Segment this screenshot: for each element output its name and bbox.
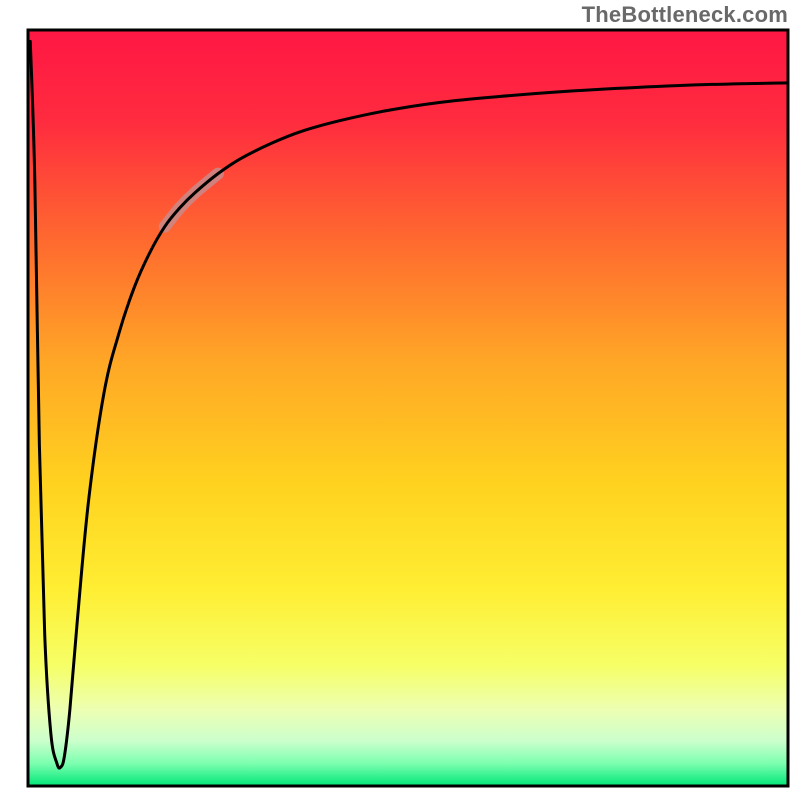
plot-background <box>28 30 788 786</box>
plot-area <box>28 30 788 786</box>
watermark-text: TheBottleneck.com <box>582 2 788 28</box>
chart-container: TheBottleneck.com <box>0 0 800 800</box>
chart-svg <box>0 0 800 800</box>
